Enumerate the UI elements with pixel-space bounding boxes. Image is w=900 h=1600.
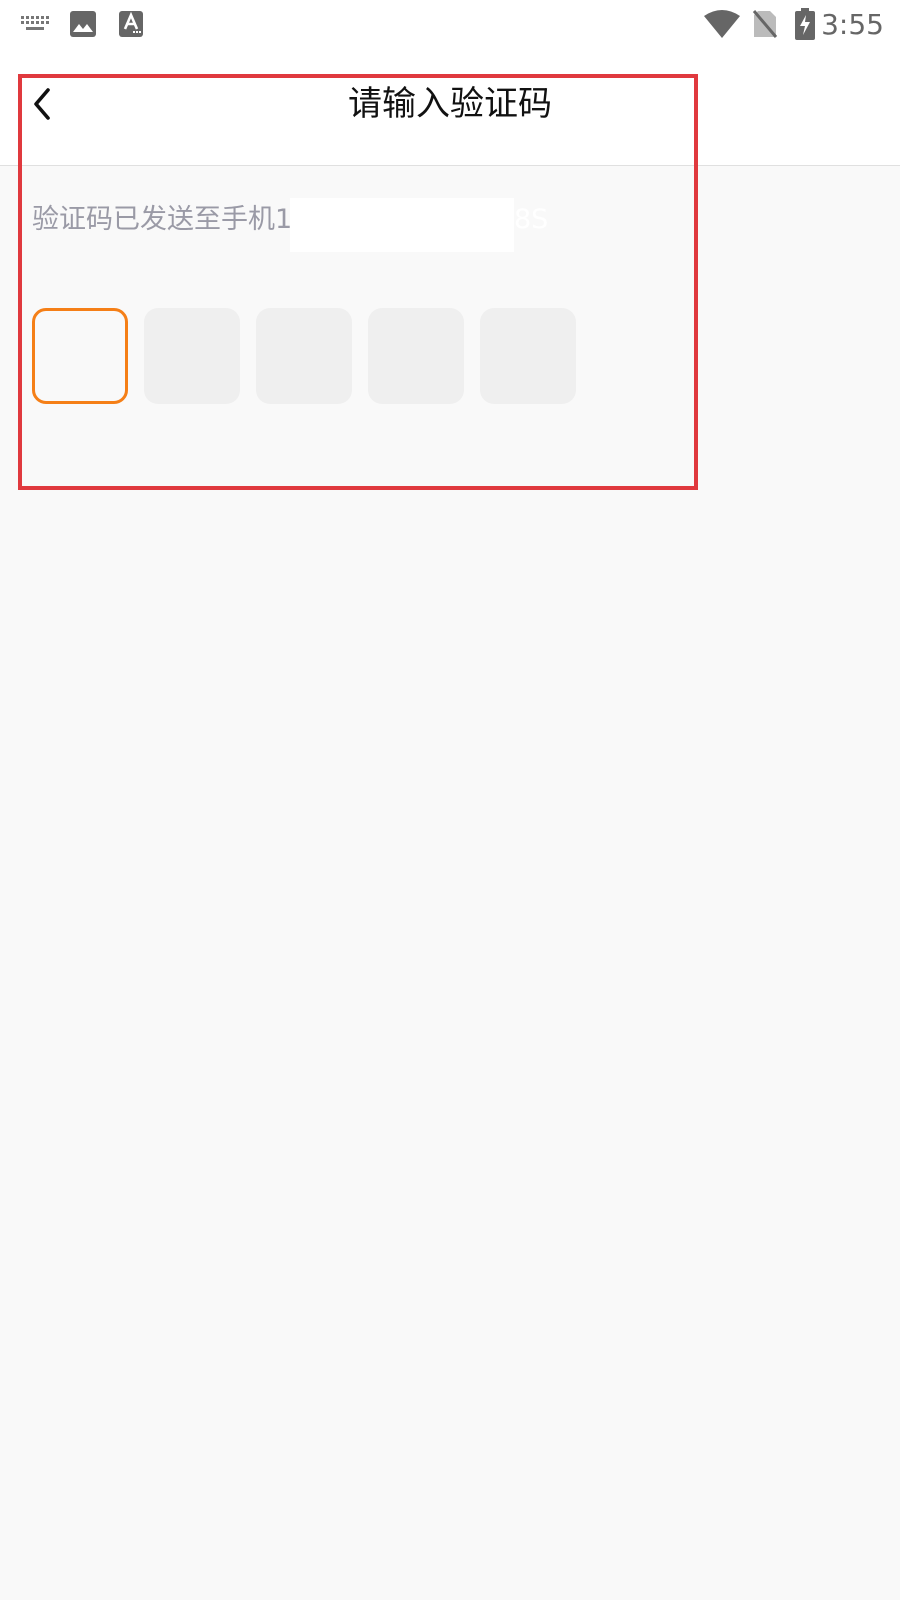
status-bar: 3:55 bbox=[0, 0, 900, 50]
phone-number-mask bbox=[290, 198, 514, 252]
code-input-3[interactable] bbox=[256, 308, 352, 404]
code-sent-hint: 验证码已发送至手机1 bbox=[32, 204, 293, 235]
battery-charging-icon bbox=[795, 8, 815, 40]
wifi-icon bbox=[704, 10, 740, 38]
header: 请输入验证码 bbox=[0, 50, 900, 166]
page-title: 请输入验证码 bbox=[348, 84, 552, 124]
no-sim-icon bbox=[752, 10, 778, 38]
chevron-left-icon[interactable] bbox=[28, 84, 56, 124]
image-icon bbox=[70, 11, 96, 37]
code-input-4[interactable] bbox=[368, 308, 464, 404]
code-input-5[interactable] bbox=[480, 308, 576, 404]
code-input-2[interactable] bbox=[144, 308, 240, 404]
resend-countdown[interactable]: 8S bbox=[514, 200, 548, 240]
status-time: 3:55 bbox=[821, 8, 884, 41]
code-input-1[interactable] bbox=[32, 308, 128, 404]
keyboard-icon bbox=[21, 16, 49, 30]
text-a-icon bbox=[119, 11, 143, 37]
